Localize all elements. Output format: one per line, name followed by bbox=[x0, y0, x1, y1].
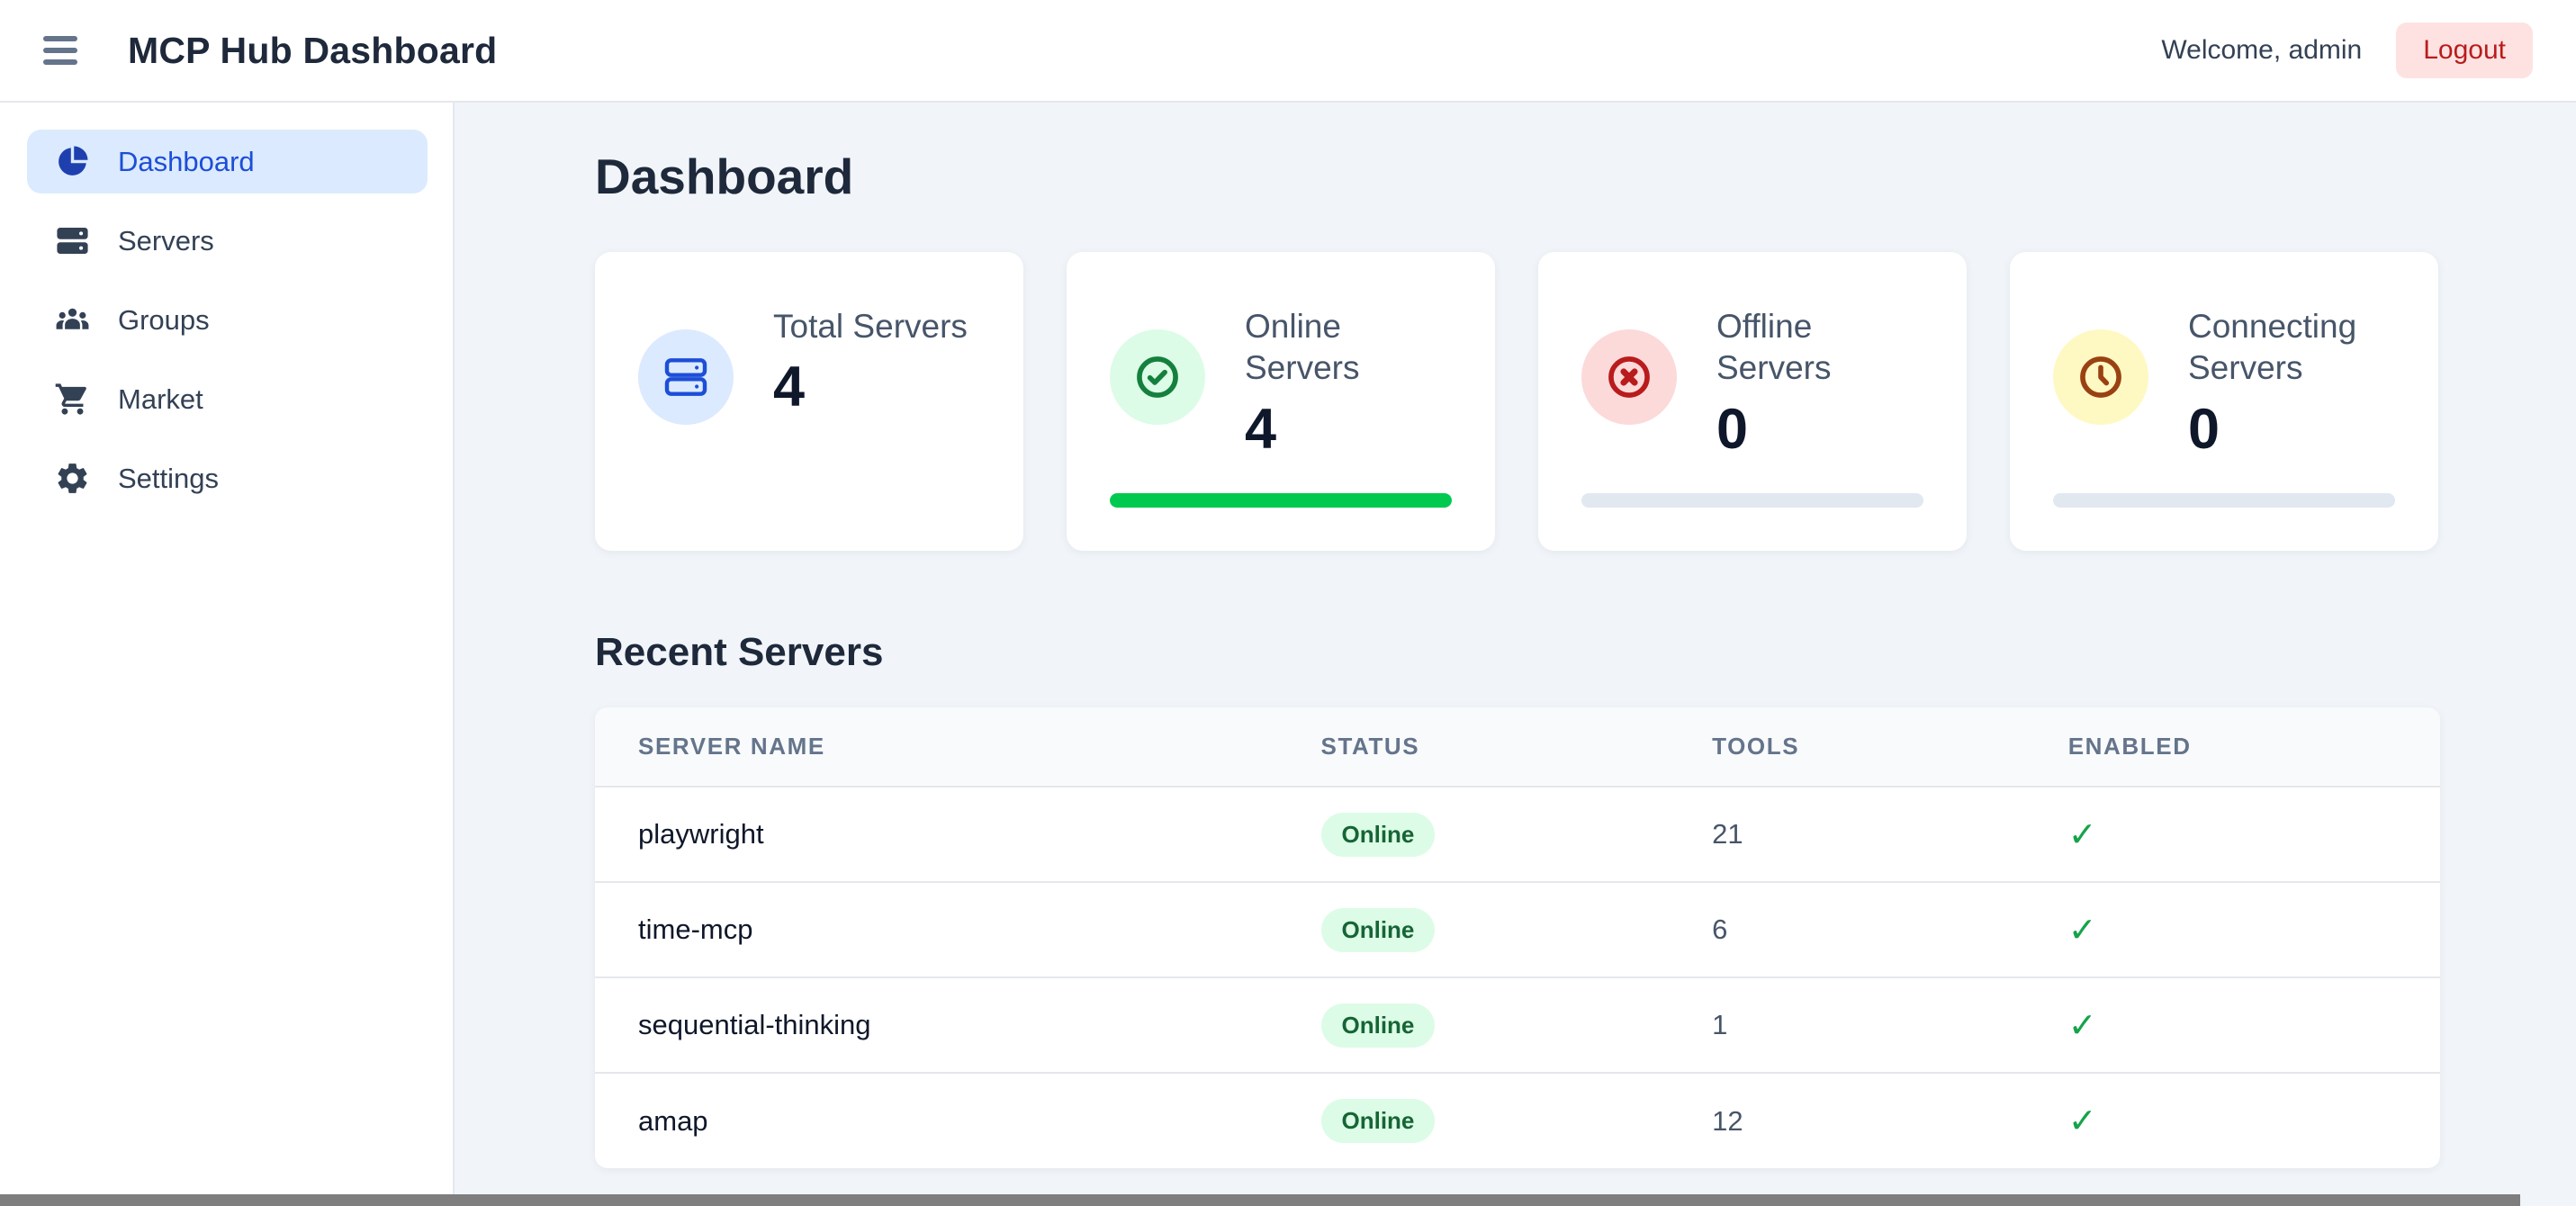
stat-card-offline-servers: Offline Servers 0 bbox=[1538, 252, 1967, 551]
tools-count: 21 bbox=[1669, 787, 2025, 882]
sidebar-item-settings[interactable]: Settings bbox=[27, 446, 428, 510]
stat-card-total-servers: Total Servers 4 bbox=[595, 252, 1023, 551]
enabled-check-icon: ✓ bbox=[2025, 787, 2440, 882]
sidebar-item-label: Servers bbox=[118, 225, 214, 257]
server-name: playwright bbox=[595, 787, 1278, 882]
logout-button[interactable]: Logout bbox=[2396, 22, 2533, 78]
recent-servers-title: Recent Servers bbox=[595, 630, 2442, 675]
stat-label: Offline Servers bbox=[1716, 306, 1923, 390]
sidebar-item-label: Settings bbox=[118, 463, 219, 495]
stat-label: Total Servers bbox=[773, 306, 968, 347]
main-content: Dashboard Total Servers 4 bbox=[455, 103, 2576, 1206]
app-window: MCP Hub Dashboard Welcome, admin Logout … bbox=[0, 0, 2576, 1206]
server-icon bbox=[54, 222, 91, 259]
cart-icon bbox=[54, 381, 91, 418]
table-row[interactable]: time-mcp Online 6 ✓ bbox=[595, 882, 2440, 977]
check-circle-icon bbox=[1110, 329, 1205, 425]
groups-icon bbox=[54, 302, 91, 338]
sidebar-item-dashboard[interactable]: Dashboard bbox=[27, 130, 428, 194]
table-row[interactable]: sequential-thinking Online 1 ✓ bbox=[595, 977, 2440, 1073]
horizontal-scrollbar[interactable] bbox=[0, 1194, 2576, 1206]
status-badge: Online bbox=[1321, 813, 1436, 857]
pie-chart-icon bbox=[54, 143, 91, 180]
scrollbar-thumb[interactable] bbox=[0, 1194, 2520, 1206]
stat-value: 4 bbox=[1245, 397, 1452, 462]
gear-icon bbox=[54, 460, 91, 497]
sidebar-item-market[interactable]: Market bbox=[27, 367, 428, 431]
table-row[interactable]: playwright Online 21 ✓ bbox=[595, 787, 2440, 882]
app-title: MCP Hub Dashboard bbox=[128, 30, 497, 72]
server-name: amap bbox=[595, 1073, 1278, 1168]
column-header-status: Status bbox=[1278, 707, 1670, 787]
status-badge: Online bbox=[1321, 1004, 1436, 1048]
tools-count: 6 bbox=[1669, 882, 2025, 977]
sidebar-item-label: Groups bbox=[118, 304, 210, 337]
column-header-server-name: Server Name bbox=[595, 707, 1278, 787]
status-badge: Online bbox=[1321, 1099, 1436, 1143]
column-header-tools: Tools bbox=[1669, 707, 2025, 787]
hamburger-menu-icon[interactable] bbox=[43, 30, 85, 71]
stat-label: Online Servers bbox=[1245, 306, 1452, 390]
enabled-check-icon: ✓ bbox=[2025, 1073, 2440, 1168]
stat-label: Connecting Servers bbox=[2188, 306, 2395, 390]
stat-value: 4 bbox=[773, 355, 968, 419]
column-header-enabled: Enabled bbox=[2025, 707, 2440, 787]
table-row[interactable]: amap Online 12 ✓ bbox=[595, 1073, 2440, 1168]
tools-count: 12 bbox=[1669, 1073, 2025, 1168]
welcome-text: Welcome, admin bbox=[2161, 35, 2362, 66]
progress-bar bbox=[1581, 493, 1923, 508]
stat-value: 0 bbox=[2188, 397, 2395, 462]
recent-servers-table: Server Name Status Tools Enabled playwri… bbox=[595, 707, 2440, 1168]
page-title: Dashboard bbox=[595, 148, 2442, 205]
sidebar-item-label: Dashboard bbox=[118, 146, 255, 178]
sidebar-item-servers[interactable]: Servers bbox=[27, 209, 428, 273]
stat-cards-row: Total Servers 4 Online Servers bbox=[595, 252, 2442, 551]
sidebar: Dashboard Servers bbox=[0, 103, 455, 1206]
sidebar-item-label: Market bbox=[118, 383, 203, 416]
server-name: time-mcp bbox=[595, 882, 1278, 977]
enabled-check-icon: ✓ bbox=[2025, 977, 2440, 1073]
progress-bar bbox=[2053, 493, 2395, 508]
table-header-row: Server Name Status Tools Enabled bbox=[595, 707, 2440, 787]
server-name: sequential-thinking bbox=[595, 977, 1278, 1073]
x-circle-icon bbox=[1581, 329, 1677, 425]
stat-value: 0 bbox=[1716, 397, 1923, 462]
sidebar-item-groups[interactable]: Groups bbox=[27, 288, 428, 352]
tools-count: 1 bbox=[1669, 977, 2025, 1073]
progress-bar bbox=[1110, 493, 1452, 508]
status-badge: Online bbox=[1321, 908, 1436, 952]
server-icon bbox=[638, 329, 734, 425]
stat-card-online-servers: Online Servers 4 bbox=[1067, 252, 1495, 551]
enabled-check-icon: ✓ bbox=[2025, 882, 2440, 977]
top-header: MCP Hub Dashboard Welcome, admin Logout bbox=[0, 0, 2576, 103]
stat-card-connecting-servers: Connecting Servers 0 bbox=[2010, 252, 2438, 551]
clock-icon bbox=[2053, 329, 2148, 425]
